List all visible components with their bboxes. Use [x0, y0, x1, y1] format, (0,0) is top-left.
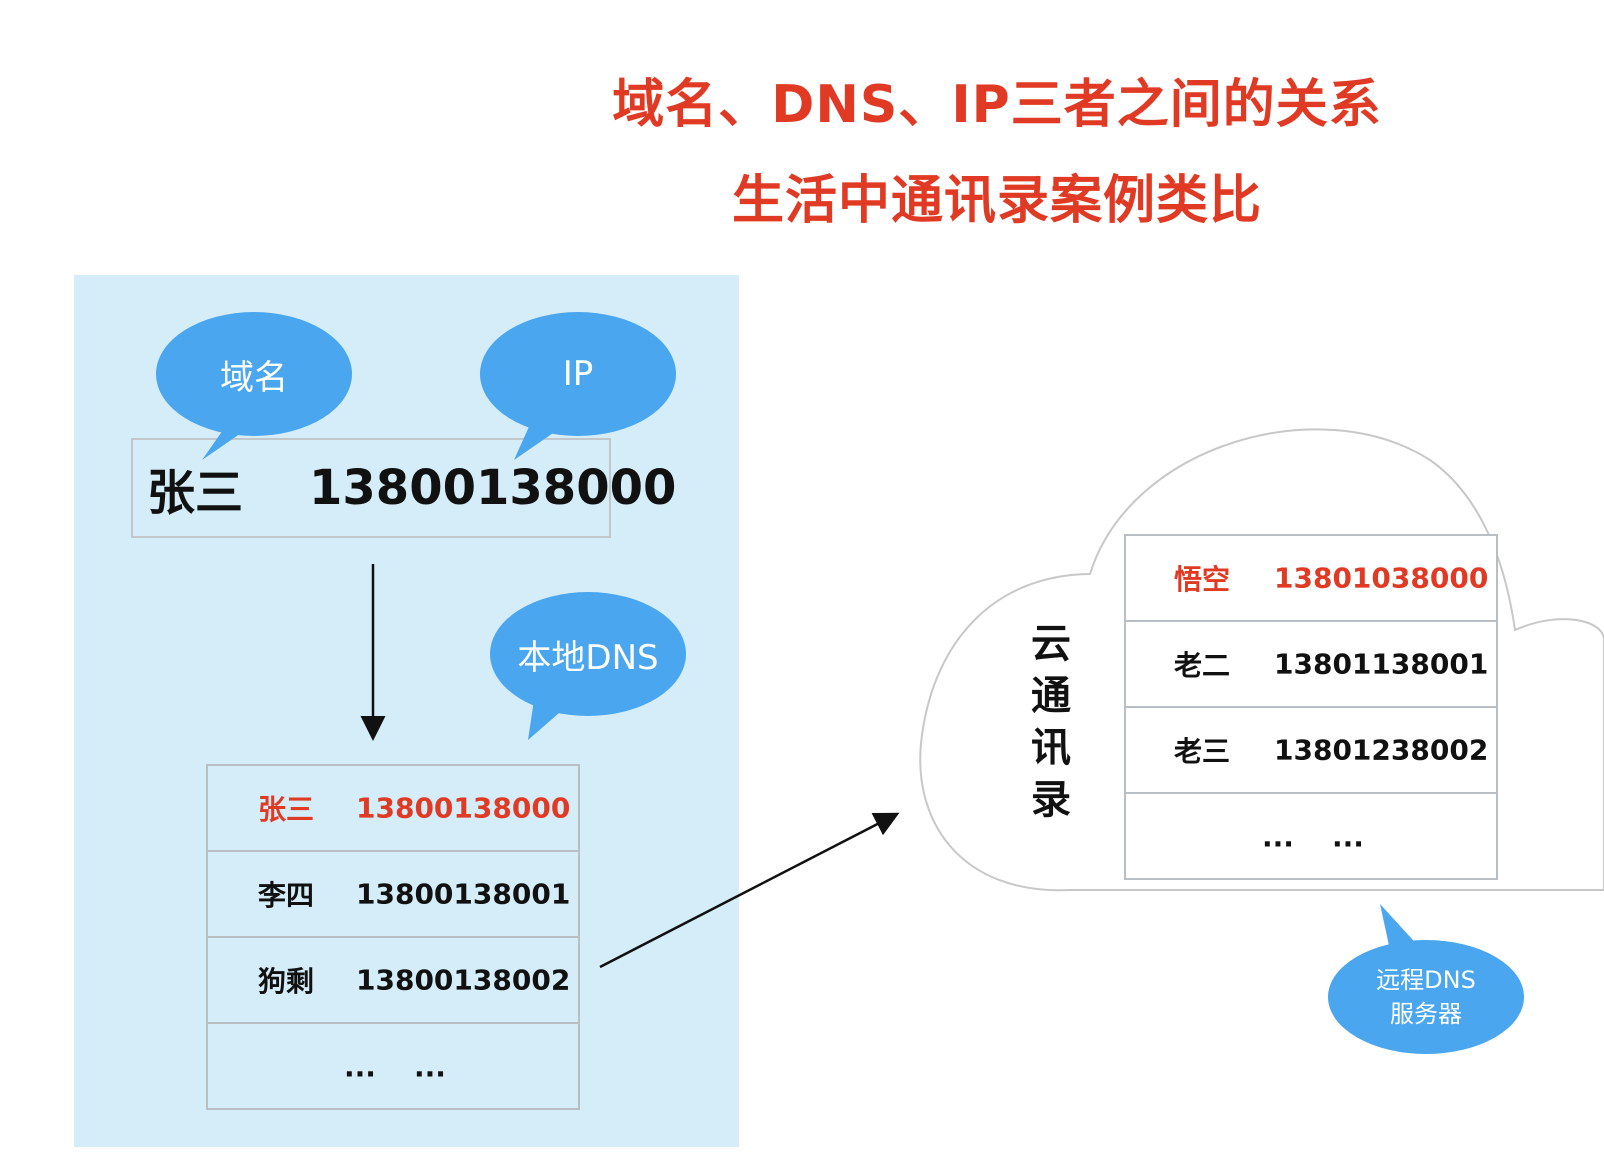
- row-phone: 13801138001: [1274, 647, 1489, 681]
- row-name: 老三: [1174, 735, 1231, 768]
- cloud-dns-table: 悟空 13801038000 老二 13801138001 老三 1380123…: [1124, 534, 1498, 880]
- row-name: ...: [1262, 820, 1294, 854]
- row-phone: 13801038000: [1274, 561, 1489, 595]
- local-dns-bubble: 本地DNS: [490, 592, 686, 716]
- table-row: 悟空 13801038000: [1126, 536, 1496, 622]
- remote-dns-line2: 服务器: [1389, 1000, 1462, 1028]
- remote-dns-bubble-tail: [1380, 904, 1422, 950]
- cloud-label: 云通讯录: [1031, 621, 1071, 823]
- row-name: 李四: [258, 879, 315, 912]
- local-dns-bubble-tail: [528, 700, 574, 740]
- query-remote-arrow: [599, 812, 900, 969]
- domain-bubble-label: 域名: [220, 357, 288, 398]
- record-phone: 13800138000: [309, 460, 677, 516]
- ip-bubble: IP: [480, 312, 676, 436]
- row-phone: 13800138000: [356, 791, 571, 825]
- remote-dns-bubble-label: 远程DNS 服务器: [1376, 963, 1476, 1031]
- table-row: 老三 13801238002: [1126, 708, 1496, 794]
- row-phone: 13800138002: [356, 963, 571, 997]
- table-row: 张三 13800138000: [208, 766, 578, 852]
- row-name: ...: [344, 1050, 376, 1084]
- table-row: 狗剩 13800138002: [208, 938, 578, 1024]
- table-row: ... ...: [1126, 794, 1496, 880]
- row-phone: 13801238002: [1274, 733, 1489, 767]
- row-name: 狗剩: [258, 965, 315, 998]
- row-name: 悟空: [1174, 563, 1231, 596]
- local-dns-table: 张三 13800138000 李四 13800138001 狗剩 1380013…: [206, 764, 580, 1110]
- table-row: ... ...: [208, 1024, 578, 1110]
- row-name: 老二: [1174, 649, 1231, 682]
- remote-dns-line1: 远程DNS: [1376, 966, 1476, 994]
- row-phone: ...: [414, 1050, 446, 1084]
- remote-dns-bubble: 远程DNS 服务器: [1328, 940, 1524, 1054]
- table-row: 老二 13801138001: [1126, 622, 1496, 708]
- row-name: 张三: [258, 793, 315, 826]
- local-dns-bubble-label: 本地DNS: [517, 637, 659, 678]
- domain-bubble-tail: [202, 420, 260, 460]
- table-row: 李四 13800138001: [208, 852, 578, 938]
- ip-bubble-tail: [514, 420, 572, 460]
- ip-bubble-label: IP: [562, 354, 594, 394]
- row-phone: 13800138001: [356, 877, 571, 911]
- domain-bubble: 域名: [156, 312, 352, 436]
- row-phone: ...: [1332, 820, 1364, 854]
